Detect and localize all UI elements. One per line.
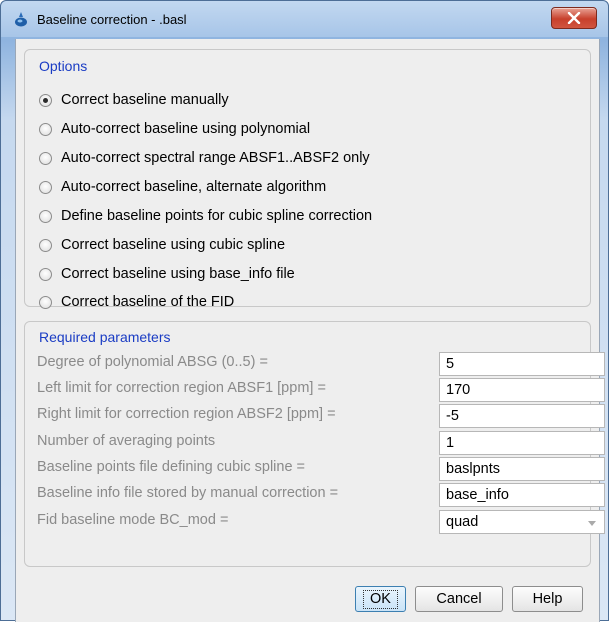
option-label: Correct baseline using cubic spline	[61, 237, 286, 253]
option-cubic-spline[interactable]: Correct baseline using cubic spline	[39, 234, 285, 256]
option-fid[interactable]: Correct baseline of the FID	[39, 291, 234, 313]
bc-mod-value: quad	[446, 514, 479, 530]
info-file-input[interactable]	[439, 483, 605, 507]
option-correct-manually[interactable]: Correct baseline manually	[39, 89, 229, 111]
radio-button[interactable]	[39, 267, 52, 281]
cancel-button-label: Cancel	[436, 591, 482, 607]
ok-button-label: OK	[363, 589, 398, 609]
window-title: Baseline correction - .basl	[37, 12, 187, 27]
ok-button[interactable]: OK	[355, 586, 406, 612]
option-label: Correct baseline manually	[61, 92, 229, 108]
option-auto-polynomial[interactable]: Auto-correct baseline using polynomial	[39, 118, 310, 140]
parameters-group-title: Required parameters	[39, 329, 171, 345]
radio-button[interactable]	[39, 295, 52, 309]
absg-input[interactable]	[439, 352, 605, 376]
option-auto-spectral-range[interactable]: Auto-correct spectral range ABSF1..ABSF2…	[39, 147, 370, 169]
radio-button[interactable]	[39, 151, 52, 165]
param-label-bc-mod: Fid baseline mode BC_mod =	[37, 512, 229, 528]
parameters-group: Required parameters Degree of polynomial…	[24, 321, 605, 567]
param-label-absf1: Left limit for correction region ABSF1 […	[37, 380, 326, 396]
param-label-info-file: Baseline info file stored by manual corr…	[37, 485, 339, 501]
help-button-label: Help	[532, 591, 563, 607]
param-label-absf2: Right limit for correction region ABSF2 …	[37, 406, 336, 422]
option-label: Auto-correct baseline using polynomial	[61, 121, 311, 137]
radio-button[interactable]	[39, 238, 52, 252]
option-label: Correct baseline using base_info file	[61, 266, 295, 282]
close-icon	[567, 12, 581, 24]
option-base-info-file[interactable]: Correct baseline using base_info file	[39, 263, 295, 285]
radio-button[interactable]	[39, 180, 52, 194]
radio-button[interactable]	[39, 209, 52, 223]
dialog-window: Baseline correction - .basl Options Corr…	[0, 0, 609, 622]
bc-mod-select[interactable]: quad	[439, 510, 605, 534]
absf1-input[interactable]	[439, 378, 605, 402]
param-label-absg: Degree of polynomial ABSG (0..5) =	[37, 354, 268, 370]
close-button[interactable]	[551, 7, 597, 29]
spline-file-input[interactable]	[439, 457, 605, 481]
option-label: Define baseline points for cubic spline …	[61, 208, 373, 224]
help-button[interactable]: Help	[512, 586, 583, 612]
absf2-input[interactable]	[439, 404, 605, 428]
title-bar[interactable]: Baseline correction - .basl	[1, 1, 608, 37]
option-label: Correct baseline of the FID	[61, 294, 235, 310]
option-label: Auto-correct baseline, alternate algorit…	[61, 179, 327, 195]
dialog-content: Options Correct baseline manually Auto-c…	[15, 39, 605, 622]
param-label-averaging: Number of averaging points	[37, 433, 216, 449]
radio-button[interactable]	[39, 122, 52, 136]
averaging-points-input[interactable]	[439, 431, 605, 455]
options-group: Options Correct baseline manually Auto-c…	[24, 49, 591, 310]
topspin-app-icon	[14, 12, 28, 27]
radio-button[interactable]	[39, 93, 52, 107]
param-label-spline-file: Baseline points file defining cubic spli…	[37, 459, 306, 475]
option-label: Auto-correct spectral range ABSF1..ABSF2…	[61, 150, 370, 166]
cancel-button[interactable]: Cancel	[415, 586, 503, 612]
option-define-spline-points[interactable]: Define baseline points for cubic spline …	[39, 205, 372, 227]
option-auto-alternate[interactable]: Auto-correct baseline, alternate algorit…	[39, 176, 326, 198]
chevron-down-icon[interactable]	[588, 521, 596, 526]
options-group-title: Options	[39, 58, 88, 74]
